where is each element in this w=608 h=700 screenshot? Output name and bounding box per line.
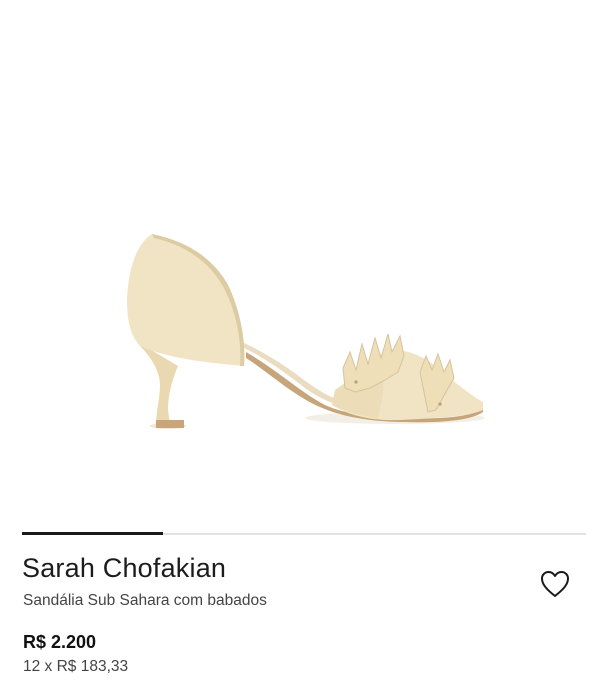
product-image-gallery[interactable] <box>0 0 608 520</box>
heel-tip <box>156 420 184 428</box>
gallery-progress-indicator <box>22 532 163 535</box>
heel-counter <box>127 234 245 366</box>
stud <box>354 380 358 384</box>
product-installments: 12 x R$ 183,33 <box>23 658 129 675</box>
gallery-progress-track <box>22 532 586 535</box>
product-image <box>127 234 485 429</box>
product-name: Sandália Sub Sahara com babados <box>23 592 267 609</box>
heart-outline-icon <box>541 571 569 597</box>
product-brand: Sarah Chofakian <box>22 553 227 583</box>
stud <box>438 402 442 406</box>
product-price: R$ 2.200 <box>23 632 97 652</box>
favorite-button[interactable] <box>536 566 574 602</box>
